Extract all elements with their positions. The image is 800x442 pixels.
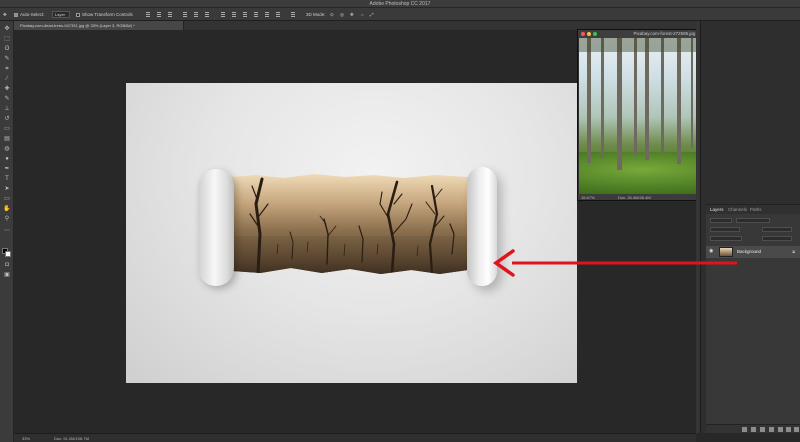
align-left-icon[interactable] — [182, 12, 188, 17]
hand-tool-icon[interactable]: ✋ — [3, 205, 11, 213]
auto-select-dropdown[interactable]: Layer — [52, 11, 70, 18]
show-transform-check-icon[interactable] — [76, 12, 80, 17]
quick-select-tool-icon[interactable]: ✎ — [3, 55, 11, 63]
torn-paper-hole-image — [232, 174, 468, 274]
eye-icon[interactable]: ◉ — [709, 249, 715, 254]
lock-row — [706, 235, 800, 243]
auto-align-icon[interactable] — [290, 12, 296, 17]
new-group-icon[interactable] — [778, 427, 783, 432]
layer-style-icon[interactable] — [751, 427, 756, 432]
align-bottom-icon[interactable] — [167, 12, 173, 17]
auto-select-check-icon[interactable] — [14, 12, 18, 17]
screen-mode-icon[interactable]: ▣ — [3, 271, 11, 279]
tab-layers[interactable]: Layers — [710, 207, 724, 212]
layer-name[interactable]: Background — [737, 249, 761, 254]
history-brush-tool-icon[interactable]: ↺ — [3, 115, 11, 123]
lock-options[interactable] — [710, 236, 742, 241]
lasso-tool-icon[interactable]: ʘ — [3, 45, 11, 53]
show-transform-label: Show Transform Controls — [82, 12, 133, 17]
more-tools-icon[interactable]: ⋯ — [3, 227, 11, 235]
align-right-icon[interactable] — [204, 12, 210, 17]
marquee-tool-icon[interactable]: ⬚ — [3, 35, 11, 43]
move-tool-icon[interactable]: ✥ — [3, 25, 11, 33]
3d-pan-icon[interactable]: ✥ — [350, 11, 354, 18]
auto-select-label: Auto-Select: — [20, 12, 45, 17]
dodge-tool-icon[interactable]: ● — [3, 155, 11, 163]
options-bar: ✥ Auto-Select: Layer Show Transform Cont… — [0, 8, 800, 21]
show-transform-checkbox[interactable]: Show Transform Controls — [76, 11, 133, 18]
align-top-icon[interactable] — [145, 12, 151, 17]
auto-select-checkbox[interactable]: Auto-Select: — [14, 11, 45, 18]
opacity-field[interactable] — [762, 227, 792, 232]
zoom-tool-icon[interactable]: ⚲ — [3, 215, 11, 223]
path-select-tool-icon[interactable]: ➤ — [3, 185, 11, 193]
paper-curl-left — [198, 169, 234, 286]
crop-tool-icon[interactable]: ⌗ — [3, 65, 11, 73]
3d-slide-icon[interactable]: ⇔ — [360, 11, 365, 18]
layers-panel: Layers Channels Paths ◉ Background 🔒︎ — [706, 204, 800, 433]
3d-orbit-icon[interactable]: ⊙ — [330, 11, 334, 18]
blend-mode-dropdown[interactable] — [710, 227, 740, 232]
3d-roll-icon[interactable]: ◎ — [340, 11, 344, 18]
adjustment-layer-icon[interactable] — [769, 427, 774, 432]
delete-layer-icon[interactable] — [794, 427, 799, 432]
document-tab-label: Pixabay.com-dead-trees-947331.jpg @ 33% … — [20, 23, 135, 28]
zoom-level[interactable]: 33% — [22, 436, 30, 441]
3d-mode-label: 3D Mode: — [306, 12, 326, 17]
new-layer-icon[interactable] — [786, 427, 791, 432]
distribute-right-icon[interactable] — [275, 12, 281, 17]
healing-brush-tool-icon[interactable]: ✚ — [3, 85, 11, 93]
layers-panel-footer — [706, 424, 800, 433]
floating-window-doc-size: Doc: 26.4M/26.4M — [618, 194, 651, 200]
align-vcenter-icon[interactable] — [156, 12, 162, 17]
blur-tool-icon[interactable]: ◍ — [3, 145, 11, 153]
align-hcenter-icon[interactable] — [193, 12, 199, 17]
clone-stamp-tool-icon[interactable]: ⊥ — [3, 105, 11, 113]
layer-filter-icons[interactable] — [736, 218, 770, 223]
layer-kind-filter[interactable] — [710, 218, 732, 223]
distribute-left-icon[interactable] — [253, 12, 259, 17]
fill-field[interactable] — [762, 236, 792, 241]
floating-window-zoom[interactable]: 16.67% — [581, 195, 595, 200]
eyedropper-tool-icon[interactable]: ⁄ — [3, 75, 11, 83]
layers-panel-tabs: Layers Channels Paths — [706, 205, 800, 214]
blend-mode-row — [706, 226, 800, 234]
move-tool-icon[interactable]: ✥ — [3, 11, 7, 18]
3d-scale-icon[interactable]: ⤢ — [370, 11, 374, 18]
layer-mask-icon[interactable] — [760, 427, 765, 432]
lock-icon: 🔒︎ — [792, 249, 795, 255]
tools-panel: ✥ ⬚ ʘ ✎ ⌗ ⁄ ✚ ✎ ⊥ ↺ ▭ ▤ ◍ ● ✒ T ➤ ▭ ✋ ⚲ … — [0, 21, 14, 442]
brush-tool-icon[interactable]: ✎ — [3, 95, 11, 103]
distribute-top-icon[interactable] — [220, 12, 226, 17]
layer-row-background[interactable]: ◉ Background 🔒︎ — [706, 246, 800, 258]
dead-trees-illustration — [249, 177, 455, 274]
pen-tool-icon[interactable]: ✒ — [3, 165, 11, 173]
link-layers-icon[interactable] — [742, 427, 747, 432]
type-tool-icon[interactable]: T — [3, 175, 11, 183]
tab-paths[interactable]: Paths — [750, 207, 762, 212]
layer-thumbnail — [719, 247, 733, 257]
distribute-bottom-icon[interactable] — [242, 12, 248, 17]
document-size: Doc: 51.0M/108.7M — [54, 436, 89, 441]
title-bar: Adobe Photoshop CC 2017 — [0, 0, 800, 8]
background-color-swatch[interactable] — [5, 251, 11, 257]
shape-tool-icon[interactable]: ▭ — [3, 195, 11, 203]
layer-filter-row — [706, 217, 800, 225]
distribute-vcenter-icon[interactable] — [231, 12, 237, 17]
eraser-tool-icon[interactable]: ▭ — [3, 125, 11, 133]
distribute-hcenter-icon[interactable] — [264, 12, 270, 17]
document-tab[interactable]: Pixabay.com-dead-trees-947331.jpg @ 33% … — [14, 21, 184, 30]
app-title: Adobe Photoshop CC 2017 — [369, 1, 431, 7]
tab-channels[interactable]: Channels — [728, 207, 747, 212]
status-bar: 33% Doc: 51.0M/108.7M — [14, 433, 696, 442]
quick-mask-icon[interactable]: ◘ — [3, 261, 11, 269]
paper-curl-right — [467, 167, 497, 286]
gradient-tool-icon[interactable]: ▤ — [3, 135, 11, 143]
